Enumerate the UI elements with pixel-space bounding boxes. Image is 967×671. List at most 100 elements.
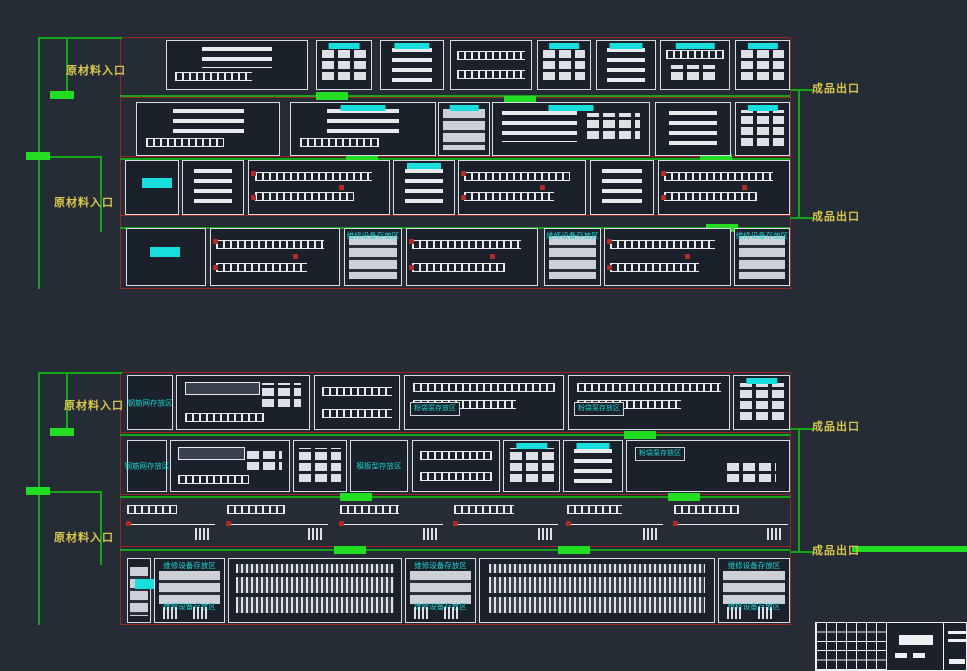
equipment-block-pallet[interactable] [438, 102, 490, 156]
equipment-block-plain[interactable] [125, 160, 179, 215]
equipment-block-prod[interactable] [248, 160, 390, 215]
equipment-block-dots[interactable] [293, 440, 347, 492]
equipment-block-plain[interactable] [126, 228, 206, 286]
red-marker [251, 171, 256, 176]
equipment-block-slabs[interactable] [563, 440, 623, 492]
storage-area-label: 维修设备存放区 [736, 231, 789, 240]
equipment-block-slabcomb[interactable] [136, 102, 280, 156]
equipment-block-plain[interactable]: 钢筋网存放区 [127, 375, 173, 430]
cyan-highlight-strip [394, 43, 429, 49]
equipment-block-slabs[interactable] [380, 40, 444, 90]
slab-stack-pattern [327, 109, 399, 132]
zone-frame-line [120, 372, 791, 373]
equipment-block-vstripes[interactable] [479, 558, 715, 623]
red-marker [490, 254, 495, 259]
equipment-block-slabs[interactable] [596, 40, 656, 90]
equipment-block-boxdots[interactable]: 粉袋泵存放区 [626, 440, 790, 492]
equipment-block-slabs[interactable] [393, 160, 455, 215]
red-marker [661, 195, 666, 200]
pallet-stripe-pattern [549, 236, 595, 280]
wall-line [120, 95, 790, 97]
storage-area-label: 维修设备存放区 [728, 561, 781, 570]
equipment-block-palletlbl2[interactable]: 维修设备存放区维修设备存放区 [718, 558, 790, 623]
equipment-block-machine[interactable] [170, 440, 290, 492]
cad-canvas[interactable]: 原材料入口原材料入口成品出口成品出口维修设备存放区维修设备存放区维修设备存放区原… [0, 0, 967, 671]
red-marker [339, 521, 344, 526]
production-line-comb [255, 172, 373, 181]
equipment-block-prodline[interactable] [565, 500, 665, 544]
equipment-block-slabs[interactable] [590, 160, 654, 215]
slab-stack-pattern [194, 169, 232, 206]
production-line-comb [127, 505, 178, 514]
conveyor-comb [457, 51, 524, 60]
zone-frame-line [120, 288, 791, 289]
door-marker [558, 546, 590, 554]
title-block-title-text [899, 635, 933, 645]
dot-grid-pattern [741, 110, 783, 149]
storage-area-label: 维修设备存放区 [347, 231, 400, 240]
equipment-block-plain[interactable]: 钢筋网存放区 [127, 440, 167, 492]
stacked-panel-pattern [236, 564, 394, 617]
storage-area-label-boxed: 粉袋泵存放区 [410, 402, 460, 416]
small-crate [193, 607, 209, 619]
equipment-block-comb2[interactable] [450, 40, 532, 90]
title-block-title-cell [886, 623, 944, 670]
equipment-block-slabcomb[interactable] [166, 40, 308, 90]
equipment-block-prodline[interactable] [452, 500, 560, 544]
equipment-block-slabs[interactable] [655, 102, 731, 156]
wall-line [120, 434, 790, 436]
equipment-block-pallet[interactable]: 维修设备存放区 [344, 228, 402, 286]
cyan-highlight-strip [549, 105, 594, 111]
equipment-block-dots[interactable] [503, 440, 560, 492]
equipment-block-slabs[interactable] [182, 160, 244, 215]
production-line-comb [340, 505, 399, 514]
entrance-label: 原材料入口 [54, 194, 114, 210]
equipment-block-dots[interactable] [735, 40, 790, 90]
equipment-block-slabcomb[interactable] [290, 102, 436, 156]
equipment-block-prod[interactable] [658, 160, 790, 215]
equipment-block-vstripes[interactable] [228, 558, 402, 623]
equipment-block-comb2[interactable] [314, 375, 400, 430]
conveyor-comb [146, 138, 224, 147]
equipment-block-prodline[interactable] [338, 500, 445, 544]
equipment-block-comb2[interactable] [412, 440, 500, 492]
equipment-block-slabdots[interactable] [492, 102, 650, 156]
entrance-label: 原材料入口 [66, 62, 126, 78]
zone-frame-line [120, 37, 791, 38]
equipment-block-combdots[interactable] [660, 40, 730, 90]
equipment-block-prod[interactable] [406, 228, 538, 286]
equipment-block-machine2[interactable]: 粉袋泵存放区 [568, 375, 730, 430]
machine-body [178, 447, 245, 460]
small-crate [758, 607, 774, 619]
storage-area-label: 维修设备存放区 [163, 561, 216, 570]
production-line-comb [567, 505, 622, 514]
equipment-block-dots[interactable] [316, 40, 372, 90]
cyan-highlight-strip [577, 443, 610, 449]
equipment-block-dots[interactable] [733, 375, 790, 430]
slab-stack-pattern [669, 111, 716, 147]
dot-grid-pattern [741, 48, 783, 84]
dot-grid-pattern [299, 448, 341, 485]
red-marker [607, 265, 612, 270]
equipment-block-prodline[interactable] [125, 500, 217, 544]
equipment-block-prod[interactable] [604, 228, 731, 286]
door-marker [316, 92, 348, 100]
equipment-block-machine[interactable] [176, 375, 310, 430]
equipment-block-pallet[interactable]: 维修设备存放区 [734, 228, 790, 286]
equipment-block-palletlbl2[interactable]: 维修设备存放区维修设备存放区 [154, 558, 225, 623]
equipment-block-dots[interactable] [735, 102, 790, 156]
equipment-block-palletlbl2[interactable]: 维修设备存放区维修设备存放区 [405, 558, 476, 623]
cyan-highlight-strip [747, 43, 777, 49]
equipment-block-plain[interactable]: 模板型存放区 [350, 440, 408, 492]
line-rail [227, 524, 328, 525]
equipment-block-prodline[interactable] [672, 500, 790, 544]
equipment-block-prodline[interactable] [225, 500, 330, 544]
conveyor-comb [178, 475, 249, 484]
equipment-block-pallet[interactable] [127, 558, 151, 623]
equipment-block-pallet[interactable]: 维修设备存放区 [544, 228, 601, 286]
equipment-block-dots[interactable] [537, 40, 591, 90]
title-block-text-line [948, 631, 966, 634]
equipment-block-prod[interactable] [458, 160, 586, 215]
equipment-block-machine2[interactable]: 粉袋泵存放区 [404, 375, 564, 430]
equipment-block-prod[interactable] [210, 228, 340, 286]
